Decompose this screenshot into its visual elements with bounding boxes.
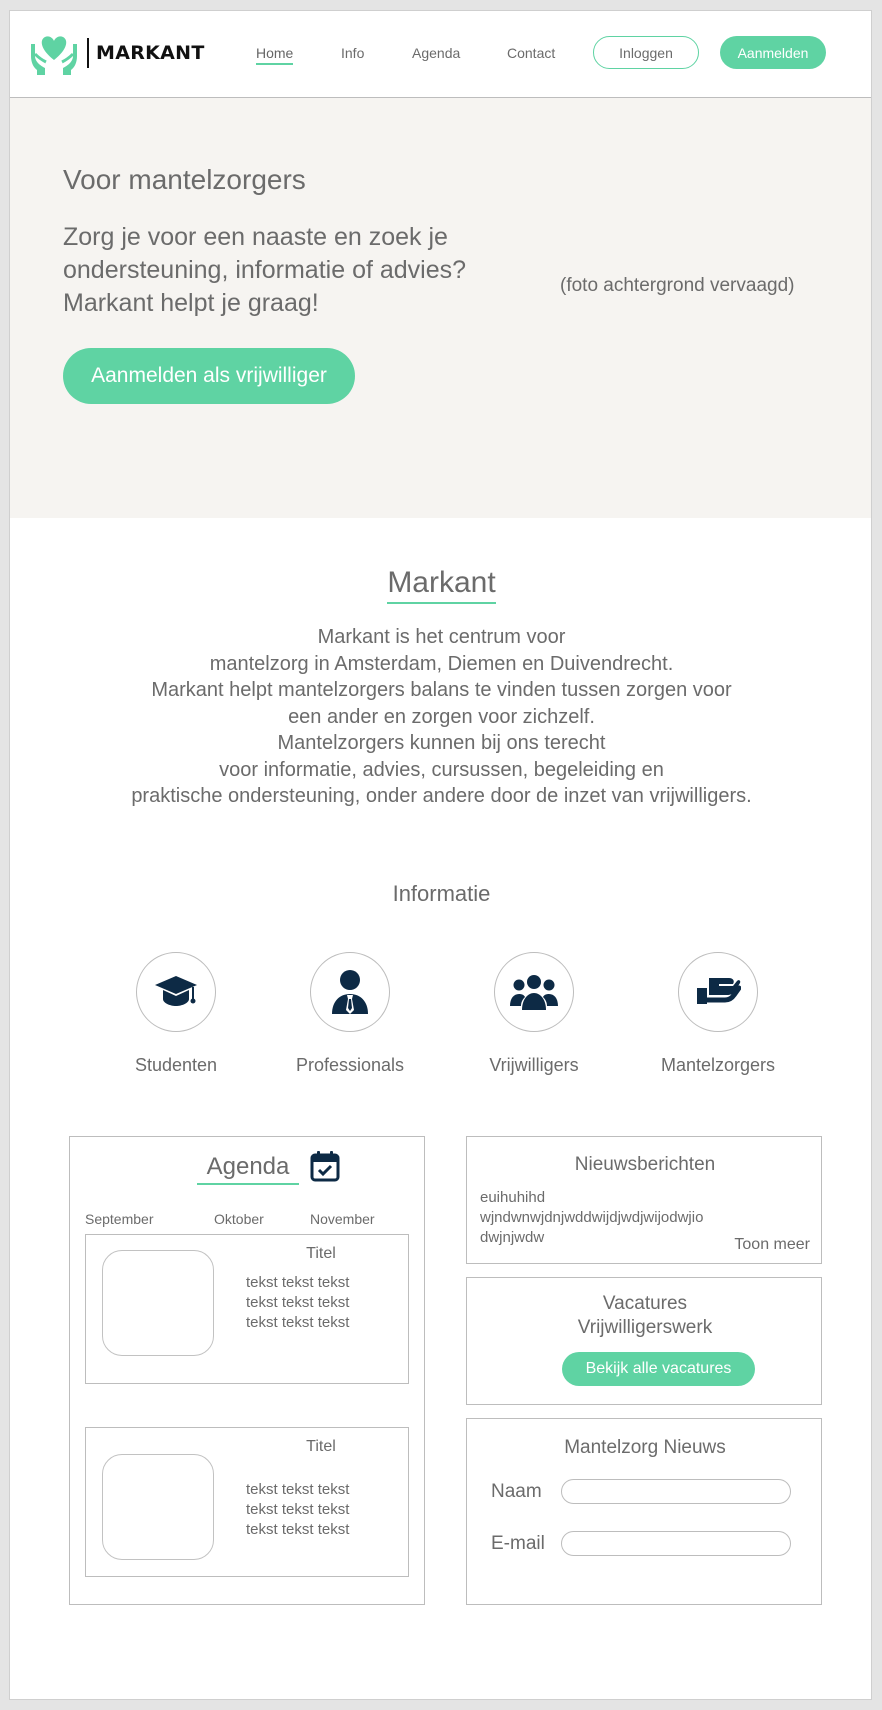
event-text-line: tekst tekst tekst <box>246 1274 350 1291</box>
agenda-title-wrap: Agenda <box>70 1153 426 1185</box>
news-line: euihuhihd <box>480 1189 546 1206</box>
about-line: Mantelzorgers kunnen bij ons terecht <box>277 732 606 754</box>
event-text: tekst tekst tekst tekst tekst tekst teks… <box>246 1273 349 1333</box>
news-text: euihuhihd wjndwnwjdnjwddwijdjwdjwijodwji… <box>480 1188 730 1248</box>
event-text-line: tekst tekst tekst <box>246 1481 350 1498</box>
month-tab-september[interactable]: September <box>85 1211 153 1227</box>
category-label-professionals[interactable]: Professionals <box>270 1055 430 1076</box>
vacancies-title: Vacatures <box>602 1293 688 1314</box>
graduation-cap-icon <box>155 976 197 1006</box>
month-tab-november[interactable]: November <box>310 1211 375 1227</box>
vacancies-panel: Vacatures Vrijwilligerswerk Bekijk alle … <box>466 1277 822 1405</box>
news-line: dwjnjwdw <box>480 1229 545 1246</box>
name-label: Naam <box>491 1481 542 1502</box>
hero-wave-divider <box>10 451 871 497</box>
news-panel: Nieuwsberichten euihuhihd wjndwnwjdnjwdd… <box>466 1136 822 1264</box>
news-more-link[interactable]: Toon meer <box>734 1236 810 1254</box>
hero-photo-note: (foto achtergrond vervaagd) <box>560 275 795 296</box>
category-label-studenten[interactable]: Studenten <box>96 1055 256 1076</box>
news-line: wjndwnwjdnjwddwijdjwdjwijodwjio <box>480 1209 704 1226</box>
newsletter-panel: Mantelzorg Nieuws Naam E-mail <box>466 1418 822 1605</box>
event-image-placeholder <box>102 1454 214 1560</box>
nav-home[interactable]: Home <box>256 45 294 65</box>
event-text-line: tekst tekst tekst <box>246 1294 350 1311</box>
event-text-line: tekst tekst tekst <box>246 1314 350 1331</box>
newsletter-title: Mantelzorg Nieuws <box>564 1437 726 1458</box>
event-text-line: tekst tekst tekst <box>246 1501 350 1518</box>
hero-title: Voor mantelzorgers <box>63 164 306 195</box>
group-users-icon <box>510 975 558 1010</box>
month-tab-oktober[interactable]: Oktober <box>214 1211 264 1227</box>
about-line: een ander en zorgen voor zichzelf. <box>288 705 595 728</box>
page-frame: MARKANT Home Info Agenda Contact Inlogge… <box>9 10 872 1700</box>
news-title: Nieuwsberichten <box>574 1154 716 1175</box>
category-vrijwilligers-circle[interactable] <box>494 952 574 1032</box>
hand-care-icon <box>697 978 741 1004</box>
about-text: Markant is het centrum voor mantelzorg i… <box>50 624 833 810</box>
event-image-placeholder <box>102 1250 214 1356</box>
email-label: E-mail <box>491 1533 545 1554</box>
category-label-vrijwilligers[interactable]: Vrijwilligers <box>454 1055 614 1076</box>
category-mantelzorgers-circle[interactable] <box>678 952 758 1032</box>
volunteer-signup-button[interactable]: Aanmelden als vrijwilliger <box>63 348 355 404</box>
professional-person-icon <box>332 970 368 1014</box>
logo-text: MARKANT <box>87 38 205 68</box>
login-button[interactable]: Inloggen <box>593 36 699 69</box>
about-title-wrap: Markant <box>10 566 871 604</box>
category-studenten-circle[interactable] <box>136 952 216 1032</box>
about-line: voor informatie, advies, cursussen, bege… <box>219 758 664 781</box>
signup-button[interactable]: Aanmelden <box>720 36 826 69</box>
agenda-panel: Agenda September Oktober November Titel … <box>69 1136 425 1605</box>
category-professionals-circle[interactable] <box>310 952 390 1032</box>
nav-contact[interactable]: Contact <box>507 45 555 61</box>
about-line: Markant helpt mantelzorgers balans te vi… <box>151 679 732 701</box>
view-vacancies-button[interactable]: Bekijk alle vacatures <box>562 1352 755 1386</box>
event-text: tekst tekst tekst tekst tekst tekst teks… <box>246 1480 349 1540</box>
about-title: Markant <box>387 566 496 604</box>
agenda-title: Agenda <box>196 1153 300 1185</box>
about-line: mantelzorg in Amsterdam, Diemen en Duive… <box>209 652 674 675</box>
info-title: Informatie <box>392 881 491 906</box>
nav-agenda[interactable]: Agenda <box>412 45 460 61</box>
agenda-event-card[interactable]: Titel tekst tekst tekst tekst tekst teks… <box>85 1427 409 1577</box>
heart-hands-logo-icon <box>31 36 77 75</box>
hero-text: Zorg je voor een naaste en zoek je onder… <box>63 223 467 317</box>
about-line: praktische ondersteuning, onder andere d… <box>131 785 752 807</box>
event-title: Titel <box>306 1438 336 1455</box>
about-line: Markant is het centrum voor <box>317 626 566 648</box>
category-label-mantelzorgers[interactable]: Mantelzorgers <box>638 1055 798 1076</box>
agenda-event-card[interactable]: Titel tekst tekst tekst tekst tekst teks… <box>85 1234 409 1384</box>
email-input[interactable] <box>561 1531 791 1556</box>
name-input[interactable] <box>561 1479 791 1504</box>
nav-info[interactable]: Info <box>341 45 364 61</box>
calendar-icon[interactable] <box>310 1150 340 1182</box>
event-text-line: tekst tekst tekst <box>246 1521 350 1538</box>
logo[interactable]: MARKANT <box>29 30 205 76</box>
event-title: Titel <box>306 1245 336 1262</box>
vacancies-subtitle: Vrijwilligerswerk <box>577 1317 713 1338</box>
